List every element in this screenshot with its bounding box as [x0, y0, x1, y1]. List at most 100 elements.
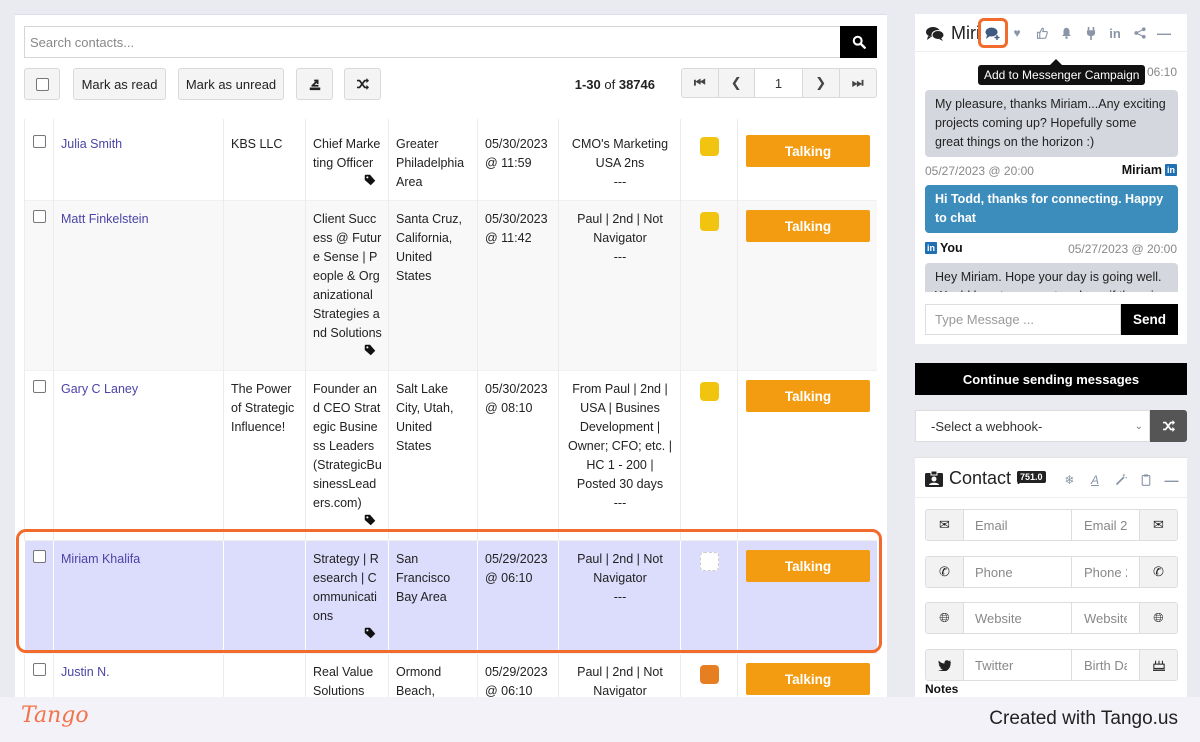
continue-sending-button[interactable]: Continue sending messages: [915, 363, 1187, 395]
font-button[interactable]: A: [1083, 469, 1108, 491]
location-text: San Francisco Bay Area: [396, 552, 451, 604]
contact-row[interactable]: Julia Smith KBS LLC Chief Marketing Offi…: [24, 126, 877, 201]
freeze-button[interactable]: ❄: [1057, 469, 1082, 491]
birth-date-field[interactable]: [1071, 650, 1140, 680]
talking-status-button[interactable]: Talking: [746, 135, 870, 167]
talking-status-button[interactable]: Talking: [746, 550, 870, 582]
clipboard-button[interactable]: [1134, 469, 1159, 491]
row-checkbox[interactable]: [33, 135, 46, 148]
email-field[interactable]: [963, 510, 1071, 540]
chat-title: Miri: [925, 23, 980, 44]
email-icon: ✉: [1140, 510, 1177, 540]
linkedin-icon: in: [1109, 25, 1121, 41]
webhook-run-button[interactable]: [1150, 410, 1187, 442]
add-to-campaign-button[interactable]: [978, 18, 1008, 48]
contact-name-link[interactable]: Matt Finkelstein: [61, 212, 149, 226]
webhook-select[interactable]: -Select a webhook- ⌄: [915, 410, 1150, 442]
contact-name-link[interactable]: Julia Smith: [61, 137, 122, 151]
notify-button[interactable]: [1054, 22, 1078, 44]
next-page-button[interactable]: ❯: [803, 69, 840, 97]
twitter-icon: [926, 650, 963, 680]
talking-status-button[interactable]: Talking: [746, 380, 870, 412]
contact-name-link[interactable]: Miriam Khalifa: [61, 552, 140, 566]
location-cell: Salt Lake City, Utah, United States: [388, 370, 478, 541]
tag-icon[interactable]: [313, 343, 382, 362]
phone-field[interactable]: [963, 557, 1071, 587]
status-indicator[interactable]: [700, 137, 719, 156]
bell-icon: [1061, 27, 1071, 39]
message-bubble: Hey Miriam. Hope your day is going well.…: [925, 263, 1178, 292]
page-number-input[interactable]: [755, 69, 803, 97]
tag-icon[interactable]: [313, 173, 382, 192]
add-to-campaign-icon: [985, 27, 1000, 40]
first-page-icon: ⏮: [693, 75, 706, 90]
campaign-cell: CMO's Marketing USA 2ns ---: [558, 126, 681, 201]
magic-button[interactable]: [1108, 469, 1133, 491]
title-cell: Strategy | Research | Communications: [305, 540, 389, 654]
email2-field[interactable]: [1071, 510, 1140, 540]
prev-page-button[interactable]: ❮: [719, 69, 755, 97]
status-indicator[interactable]: [700, 665, 719, 684]
job-title-text: Strategy | Research | Communications: [313, 552, 379, 623]
status-indicator[interactable]: [700, 382, 719, 401]
job-title-text: Chief Marketing Officer: [313, 137, 381, 170]
contact-row[interactable]: Matt Finkelstein Client Success @ Future…: [24, 200, 877, 371]
company-cell: KBS LLC: [223, 126, 306, 201]
webhook-row: -Select a webhook- ⌄: [915, 410, 1187, 442]
campaign-cell: Paul | 2nd | Not Navigator ---: [558, 200, 681, 371]
contact-row[interactable]: Gary C Laney The Power of Strategic Infl…: [24, 370, 877, 541]
row-checkbox[interactable]: [33, 550, 46, 563]
website-row: 🌐︎ 🌐︎: [925, 602, 1178, 634]
talking-status-button[interactable]: Talking: [746, 210, 870, 242]
campaign-text: Paul | 2nd | Not Navigator: [577, 552, 663, 585]
chat-header: Miri ♥ in — Add to Messenger Campaign: [915, 14, 1187, 85]
talking-status-button[interactable]: Talking: [746, 663, 870, 695]
search-input[interactable]: [24, 26, 840, 58]
row-checkbox[interactable]: [33, 380, 46, 393]
select-all-button[interactable]: [24, 68, 60, 100]
export-button[interactable]: [296, 68, 333, 100]
website-field[interactable]: [963, 603, 1071, 633]
integration-button[interactable]: [1079, 22, 1103, 44]
row-checkbox[interactable]: [33, 210, 46, 223]
chevron-left-icon: ❮: [730, 75, 742, 90]
minimize-button[interactable]: —: [1152, 22, 1176, 44]
message-list[interactable]: 05/29/2023 @ 06:10 My pleasure, thanks M…: [915, 54, 1187, 292]
scrollbar[interactable]: [1189, 14, 1200, 697]
favorite-button[interactable]: ♥: [1005, 22, 1029, 44]
message-input[interactable]: [925, 304, 1121, 335]
last-page-button[interactable]: ⏭: [840, 69, 876, 97]
shuffle-button[interactable]: [344, 68, 381, 100]
mark-as-unread-button[interactable]: Mark as unread: [178, 68, 284, 100]
twitter-field[interactable]: [963, 650, 1071, 680]
message-bubble: My pleasure, thanks Miriam...Any excitin…: [925, 90, 1178, 157]
website2-field[interactable]: [1071, 603, 1140, 633]
first-page-button[interactable]: ⏮: [682, 69, 719, 97]
tag-icon[interactable]: [313, 626, 382, 645]
phone2-field[interactable]: [1071, 557, 1140, 587]
contact-info-panel: Contact I 751.0 ❄ A — ✉ ✉ ✆ ✆ 🌐︎ 🌐︎: [915, 457, 1187, 700]
minimize-icon: —: [1157, 25, 1171, 41]
linkedin-button[interactable]: in: [1103, 22, 1127, 44]
contact-row[interactable]: Miriam Khalifa Strategy | Research | Com…: [24, 540, 877, 654]
chevron-right-icon: ❯: [815, 75, 827, 90]
select-all-checkbox[interactable]: [35, 77, 49, 91]
minimize-button[interactable]: —: [1159, 469, 1184, 491]
contact-name-link[interactable]: Gary C Laney: [61, 382, 138, 396]
like-button[interactable]: [1030, 22, 1054, 44]
clipboard-icon: [1141, 474, 1151, 486]
status-indicator[interactable]: [700, 552, 719, 571]
location-text: Ormond Beach,: [396, 665, 442, 698]
mark-as-read-button[interactable]: Mark as read: [73, 68, 166, 100]
send-button[interactable]: Send: [1121, 304, 1178, 335]
share-button[interactable]: [1128, 22, 1152, 44]
row-checkbox[interactable]: [33, 663, 46, 676]
time-text: @ 11:42: [485, 231, 532, 245]
campaign-separator: ---: [613, 250, 627, 264]
action-cell: Talking: [737, 540, 877, 654]
search-button[interactable]: [840, 26, 877, 58]
status-indicator[interactable]: [700, 212, 719, 231]
tag-icon[interactable]: [313, 513, 382, 532]
contact-name-link[interactable]: Justin N.: [61, 665, 110, 679]
name-cell: Matt Finkelstein: [53, 200, 224, 371]
